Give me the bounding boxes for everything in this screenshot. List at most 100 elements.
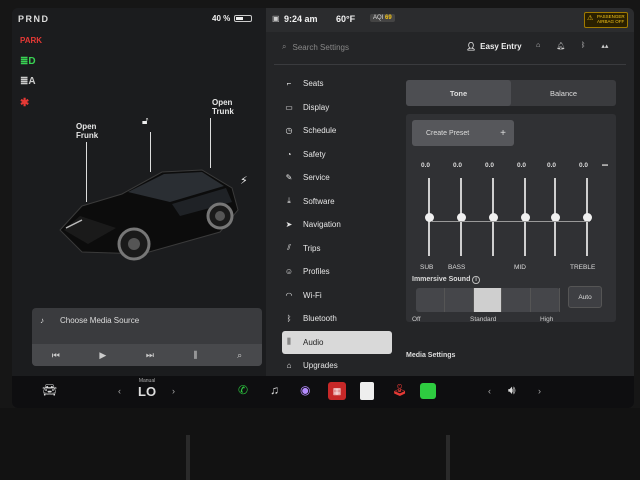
- volume-icon[interactable]: 🔊︎: [508, 383, 516, 398]
- play-icon[interactable]: ▶︎: [99, 350, 106, 361]
- next-track-icon[interactable]: ⏭︎: [146, 350, 154, 361]
- eq-value: 0.0: [421, 162, 431, 169]
- notification-bell-icon[interactable]: 🔔︎: [556, 42, 565, 50]
- battery-icon: [234, 15, 253, 22]
- eq-label-mid: MID: [514, 264, 526, 271]
- immersive-auto-button[interactable]: Auto: [568, 286, 602, 308]
- eq-label-treble: TREBLE: [570, 264, 596, 271]
- calendar-app-icon[interactable]: [420, 383, 436, 399]
- lock-icon[interactable]: 🔓︎: [142, 116, 148, 127]
- equalizer-panel: Create Preset + 0.0 0.0 0.0 0.0 0.0 0.0 SUB B…: [406, 114, 616, 323]
- seatbelt-warning-icon: ✱: [20, 97, 30, 109]
- media-settings-heading: Media Settings: [406, 352, 456, 359]
- sidebar-item-label: Trips: [303, 243, 321, 253]
- profile-button[interactable]: 👤︎ Easy Entry: [466, 42, 522, 51]
- phone-icon[interactable]: ✆: [238, 383, 248, 397]
- immersive-step[interactable]: [502, 288, 532, 312]
- immersive-standard-label: Standard: [470, 316, 497, 323]
- media-source-selector[interactable]: ♪ Choose Media Source: [40, 316, 139, 325]
- clock-icon: ◷: [285, 126, 293, 136]
- eq-value: 0.0: [547, 162, 557, 169]
- wifi-icon: ◠: [285, 290, 293, 300]
- immersive-sound-slider[interactable]: [416, 288, 560, 312]
- sidebar-item-label: Wi-Fi: [303, 290, 322, 300]
- sidebar-item-software[interactable]: ⤓ Software: [282, 190, 392, 214]
- car-3d-model: [59, 169, 239, 261]
- airbag-line-2: AIRBAG OFF: [597, 19, 625, 24]
- create-preset-label: Create Preset: [426, 129, 470, 137]
- screen-mount-right: [446, 435, 450, 480]
- aqi-label: AQI: [373, 15, 384, 21]
- search-input[interactable]: Search Settings: [292, 43, 348, 52]
- screen-mount-left: [186, 435, 190, 480]
- sidebar-item-bluetooth[interactable]: ᛒ Bluetooth: [282, 307, 392, 331]
- bluetooth-icon: ᛒ: [286, 314, 292, 324]
- climate-down-chevron-icon[interactable]: ‹: [118, 386, 121, 396]
- notes-app-icon[interactable]: [360, 382, 374, 400]
- joystick-app-icon[interactable]: 🕹︎: [392, 383, 407, 397]
- open-frunk-button[interactable]: Open Frunk: [76, 122, 98, 140]
- sidebar-item-schedule[interactable]: ◷ Schedule: [282, 119, 392, 143]
- media-player[interactable]: ♪ Choose Media Source ⏮︎ ▶︎ ⏭︎ ⫼ ⌕: [32, 308, 262, 366]
- immersive-sound-text: Immersive Sound: [412, 276, 471, 283]
- immersive-high-label: High: [540, 316, 554, 323]
- plus-icon: +: [500, 127, 506, 139]
- equalizer-icon[interactable]: ⫼: [194, 350, 198, 361]
- lte-signal-icon: ▴▴: [601, 43, 609, 50]
- immersive-step[interactable]: [445, 288, 474, 312]
- volume-up-chevron-icon[interactable]: ›: [538, 386, 541, 396]
- climate-up-chevron-icon[interactable]: ›: [172, 386, 175, 396]
- clock: 9:24 am: [284, 14, 318, 24]
- camera-app-icon[interactable]: ◉: [300, 383, 310, 397]
- sidebar-item-service[interactable]: ✎ Service: [282, 166, 392, 190]
- settings-nav: ⌐ Seats ▭ Display ◷ Schedule ◔ Safety ✎ Service ⤓ S…: [282, 72, 392, 378]
- status-icons: ⌂ 🔔︎ ᛒ ▴▴: [536, 42, 608, 50]
- toybox-icon[interactable]: ▦: [328, 382, 346, 400]
- previous-track-icon[interactable]: ⏮︎: [52, 350, 60, 361]
- sidebar-item-trips[interactable]: ⫽ Trips: [282, 237, 392, 261]
- download-icon: ⤓: [287, 196, 291, 206]
- immersive-step-selected[interactable]: [473, 288, 503, 312]
- audio-tabs: Tone Balance: [406, 80, 616, 106]
- sidebar-item-label: Software: [303, 196, 335, 206]
- search-icon: ⌕: [282, 42, 287, 51]
- eq-label-bass: BASS: [448, 264, 466, 271]
- sidebar-item-display[interactable]: ▭ Display: [282, 96, 392, 120]
- media-source-text: Choose Media Source: [60, 316, 140, 325]
- eq-more-icon[interactable]: ▬: [602, 162, 608, 168]
- tab-balance[interactable]: Balance: [511, 80, 616, 106]
- aqi-value: 69: [385, 15, 392, 21]
- music-icon[interactable]: ♫: [270, 383, 279, 397]
- homelink-icon[interactable]: ⌂: [536, 42, 540, 50]
- sidebar-item-wifi[interactable]: ◠ Wi-Fi: [282, 284, 392, 308]
- profile-icon: 👤︎: [466, 42, 477, 51]
- sidebar-item-label: Display: [303, 102, 330, 112]
- volume-down-chevron-icon[interactable]: ‹: [488, 386, 491, 396]
- media-controls: ⏮︎ ▶︎ ⏭︎ ⫼ ⌕: [32, 344, 262, 366]
- sidebar-item-audio[interactable]: ⫼ Audio: [282, 330, 392, 354]
- sidebar-item-seats[interactable]: ⌐ Seats: [282, 72, 392, 96]
- info-icon[interactable]: i: [472, 276, 480, 284]
- tab-tone[interactable]: Tone: [406, 80, 511, 106]
- sidebar-item-upgrades[interactable]: ⌂ Upgrades: [282, 354, 392, 378]
- create-preset-button[interactable]: Create Preset +: [412, 120, 514, 146]
- car-icon[interactable]: 🚘︎: [42, 383, 57, 397]
- divider: [274, 64, 626, 65]
- sidebar-item-label: Seats: [303, 79, 324, 89]
- sidebar-item-safety[interactable]: ◔ Safety: [282, 143, 392, 167]
- dashcam-icon[interactable]: ▣: [272, 14, 280, 23]
- sidebar-item-profiles[interactable]: ☺ Profiles: [282, 260, 392, 284]
- climate-control[interactable]: Manual LO: [138, 378, 156, 399]
- bluetooth-icon[interactable]: ᛒ: [581, 42, 585, 50]
- eq-value: 0.0: [453, 162, 463, 169]
- settings-search[interactable]: ⌕ Search Settings: [282, 42, 349, 52]
- sidebar-item-navigation[interactable]: ➤ Navigation: [282, 213, 392, 237]
- display-icon: ▭: [285, 102, 293, 112]
- sidebar-item-label: Service: [303, 173, 330, 183]
- battery-percent: 40 %: [212, 14, 231, 23]
- immersive-step[interactable]: [531, 288, 560, 312]
- immersive-step[interactable]: [416, 288, 445, 312]
- park-brake-icon: PARK: [20, 36, 43, 45]
- open-trunk-button[interactable]: Open Trunk: [212, 98, 234, 116]
- search-icon[interactable]: ⌕: [237, 350, 242, 361]
